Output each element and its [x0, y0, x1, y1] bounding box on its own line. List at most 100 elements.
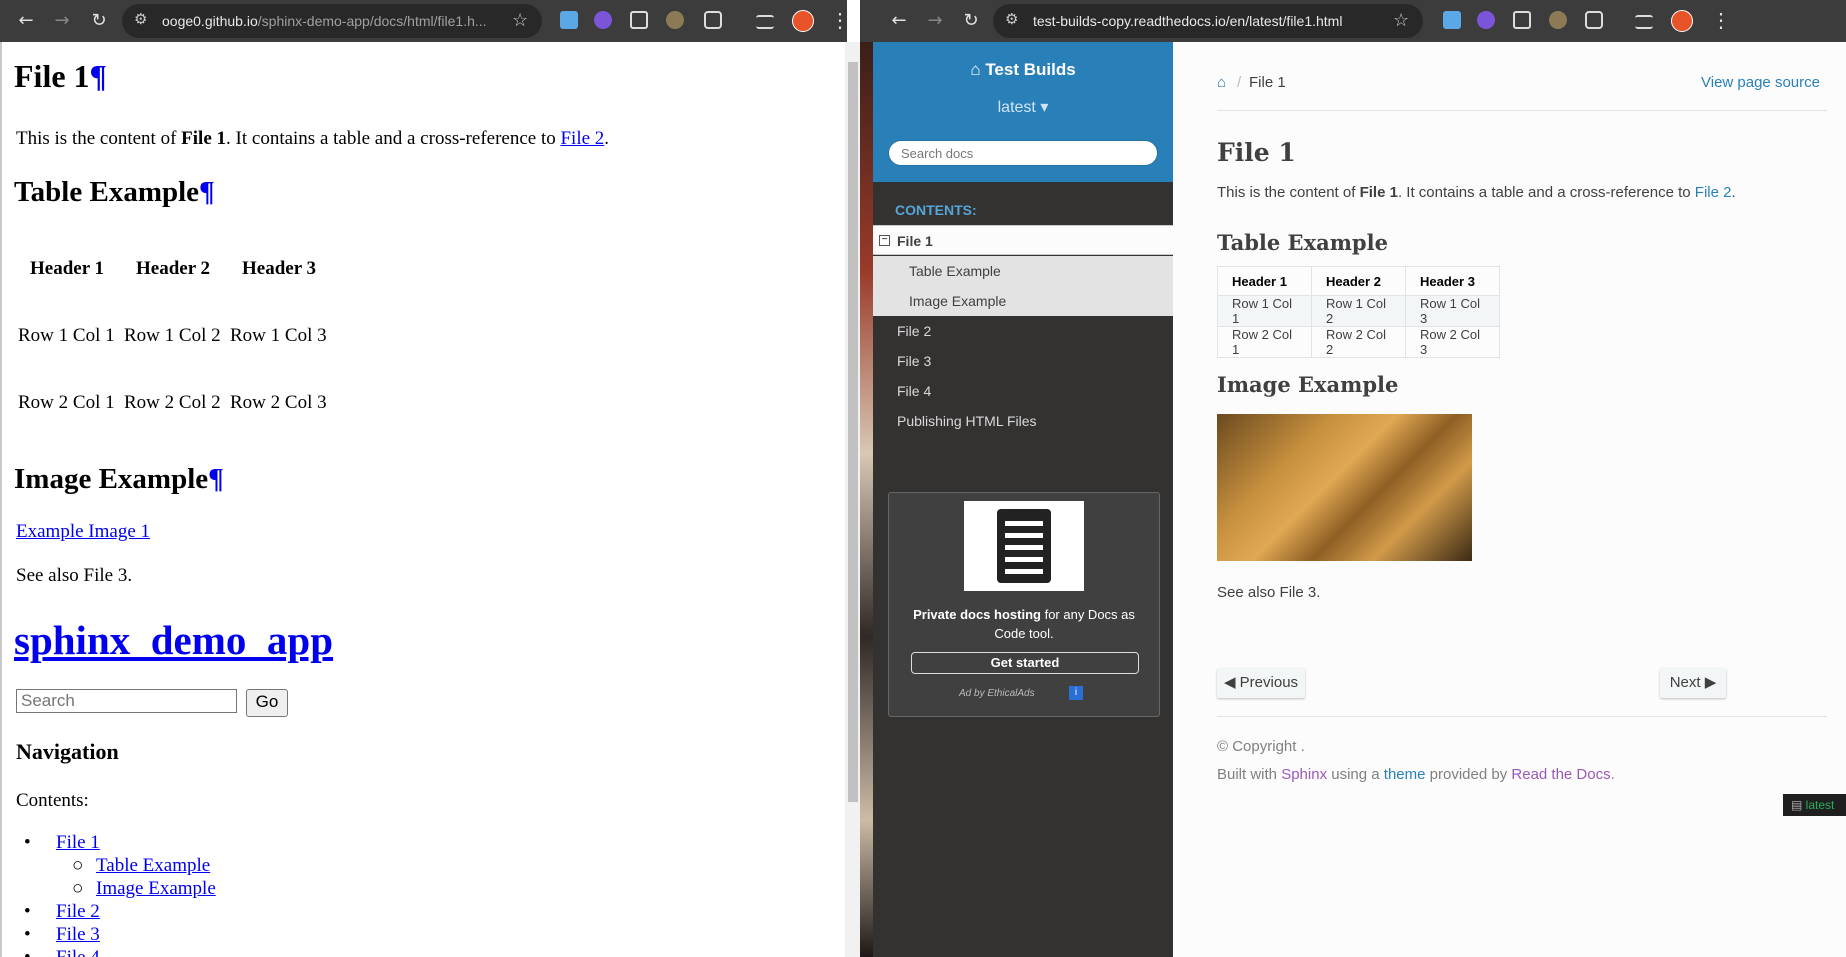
media-control-icon[interactable] — [1635, 15, 1653, 29]
media-control-icon[interactable] — [756, 15, 774, 29]
collapse-icon[interactable]: − — [879, 235, 890, 246]
info-icon[interactable]: i — [1069, 686, 1083, 700]
docs-sidebar: ⌂ Test Builds latest ▾ Search docs CONTE… — [873, 42, 1173, 957]
table-header: Header 2 — [136, 258, 211, 279]
bullet: • — [24, 924, 31, 945]
site-info-icon[interactable]: ⚙ — [134, 10, 147, 28]
toc-item-file2[interactable]: File 2 — [873, 316, 1173, 346]
menu-kebab-icon[interactable]: ⋮ — [1711, 8, 1731, 33]
image-heading: Image Example¶ — [14, 463, 224, 495]
nav-link-image-example[interactable]: Image Example — [96, 878, 216, 900]
home-icon: ⌂ — [970, 60, 986, 79]
table-cell: Row 2 Col 1 — [1217, 326, 1312, 358]
intro-paragraph: This is the content of File 1. It contai… — [1217, 184, 1736, 201]
bookmark-star-icon[interactable]: ☆ — [512, 10, 528, 31]
extension-owl-icon[interactable] — [1549, 11, 1567, 29]
home-breadcrumb-icon[interactable]: ⌂ — [1217, 74, 1226, 91]
nav-link-file1[interactable]: File 1 — [56, 832, 100, 854]
bullet: ○ — [72, 855, 84, 876]
back-icon[interactable]: ← — [14, 9, 38, 33]
extension-window-icon[interactable] — [630, 11, 648, 29]
contents-label: Contents: — [16, 790, 89, 811]
theme-link[interactable]: theme — [1384, 766, 1426, 783]
nav-link-file3[interactable]: File 3 — [56, 924, 100, 946]
profile-avatar[interactable] — [792, 10, 814, 32]
back-icon[interactable]: ← — [887, 9, 911, 33]
extensions-puzzle-icon[interactable] — [704, 11, 722, 29]
broken-image[interactable]: Example Image 1 — [16, 521, 150, 543]
bullet: ○ — [72, 878, 84, 899]
background-window-sliver — [860, 42, 873, 957]
left-scrollbar[interactable] — [846, 42, 860, 957]
toc-item-file4[interactable]: File 4 — [873, 376, 1173, 406]
address-bar[interactable]: ⚙ test-builds-copy.readthedocs.io/en/lat… — [993, 4, 1423, 38]
get-started-button[interactable]: Get started — [911, 652, 1139, 674]
address-bar[interactable]: ⚙ ooge0.github.io/sphinx-demo-app/docs/h… — [122, 4, 542, 38]
forward-icon[interactable]: → — [50, 9, 74, 33]
toc-item-publishing[interactable]: Publishing HTML Files — [873, 406, 1173, 436]
scrollbar-thumb[interactable] — [848, 62, 858, 802]
breadcrumb-separator: / — [1237, 74, 1242, 91]
go-button[interactable]: Go — [246, 689, 288, 717]
nav-link-file4[interactable]: File 4 — [56, 947, 100, 957]
reload-icon[interactable]: ↻ — [959, 9, 983, 33]
site-info-icon[interactable]: ⚙ — [1005, 10, 1018, 28]
example-table: Header 1 Header 2 Header 3 Row 1 Col 1 R… — [1217, 266, 1500, 358]
permalink[interactable]: ¶ — [199, 176, 215, 208]
ad-attribution[interactable]: Ad by EthicalAds — [959, 688, 1035, 699]
permalink[interactable]: ¶ — [208, 463, 224, 495]
search-input[interactable]: Search — [16, 689, 237, 713]
mud-runner-image — [1217, 414, 1472, 561]
next-button[interactable]: Next ▶ — [1660, 668, 1726, 698]
image-alt-link[interactable]: Example Image 1 — [16, 521, 150, 542]
breadcrumb-current: File 1 — [1249, 74, 1286, 91]
toc-item-file3[interactable]: File 3 — [873, 346, 1173, 376]
table-cell: Row 1 Col 1 — [18, 325, 115, 346]
profile-avatar[interactable] — [1671, 10, 1693, 32]
search-input[interactable]: Search docs — [888, 140, 1158, 166]
file2-link[interactable]: File 2 — [1695, 184, 1732, 201]
document-icon — [997, 509, 1051, 583]
extension-owl-icon[interactable] — [666, 11, 684, 29]
forward-icon[interactable]: → — [923, 9, 947, 33]
extensions-puzzle-icon[interactable] — [1585, 11, 1603, 29]
menu-kebab-icon[interactable]: ⋮ — [830, 8, 847, 33]
reload-icon[interactable]: ↻ — [87, 9, 111, 33]
nav-link-table-example[interactable]: Table Example — [96, 855, 210, 877]
see-also: See also File 3. — [16, 565, 133, 586]
right-toolbar: ← → ↻ ⚙ test-builds-copy.readthedocs.io/… — [873, 0, 1846, 42]
extension-window-icon[interactable] — [1513, 11, 1531, 29]
version-selector[interactable]: latest ▾ — [873, 97, 1173, 117]
version-badge[interactable]: ▤ latest — [1783, 794, 1846, 816]
extension-icon[interactable] — [560, 11, 578, 29]
docs-content: ⌂ / File 1 View page source File 1 This … — [1173, 42, 1846, 957]
previous-button[interactable]: ◀ Previous — [1217, 668, 1305, 698]
ad-text[interactable]: Private docs hosting for any Docs as Cod… — [899, 605, 1149, 643]
nav-link-file2[interactable]: File 2 — [56, 901, 100, 923]
table-cell: Row 2 Col 1 — [18, 392, 115, 413]
see-also: See also File 3. — [1217, 584, 1321, 601]
table-header: Header 1 — [1217, 266, 1312, 296]
permalink[interactable]: ¶ — [90, 58, 107, 94]
table-header: Header 3 — [1405, 266, 1500, 296]
page-title: File 1¶ — [14, 58, 107, 94]
extension-feather-icon[interactable] — [594, 11, 612, 29]
toolbar-gap — [860, 0, 873, 42]
table-heading: Table Example¶ — [14, 176, 215, 208]
extension-icon[interactable] — [1443, 11, 1461, 29]
url-path: /sphinx-demo-app/docs/html/file1.h... — [257, 13, 487, 29]
toc-item-image-example[interactable]: Image Example — [873, 286, 1173, 316]
left-toolbar: ← → ↻ ⚙ ooge0.github.io/sphinx-demo-app/… — [0, 0, 847, 42]
bullet: • — [24, 947, 31, 957]
ad-image[interactable] — [964, 501, 1084, 591]
project-title[interactable]: ⌂ Test Builds — [873, 60, 1173, 80]
rtd-link[interactable]: Read the Docs — [1511, 766, 1610, 783]
toc-item-table-example[interactable]: Table Example — [873, 256, 1173, 286]
extension-feather-icon[interactable] — [1477, 11, 1495, 29]
bookmark-star-icon[interactable]: ☆ — [1393, 10, 1409, 31]
app-link[interactable]: sphinx_demo_app — [14, 617, 333, 663]
sphinx-link[interactable]: Sphinx — [1281, 766, 1327, 783]
view-source-link[interactable]: View page source — [1701, 74, 1820, 91]
file2-link[interactable]: File 2 — [560, 128, 604, 149]
toc-item-file1[interactable]: − File 1 — [873, 225, 1173, 255]
